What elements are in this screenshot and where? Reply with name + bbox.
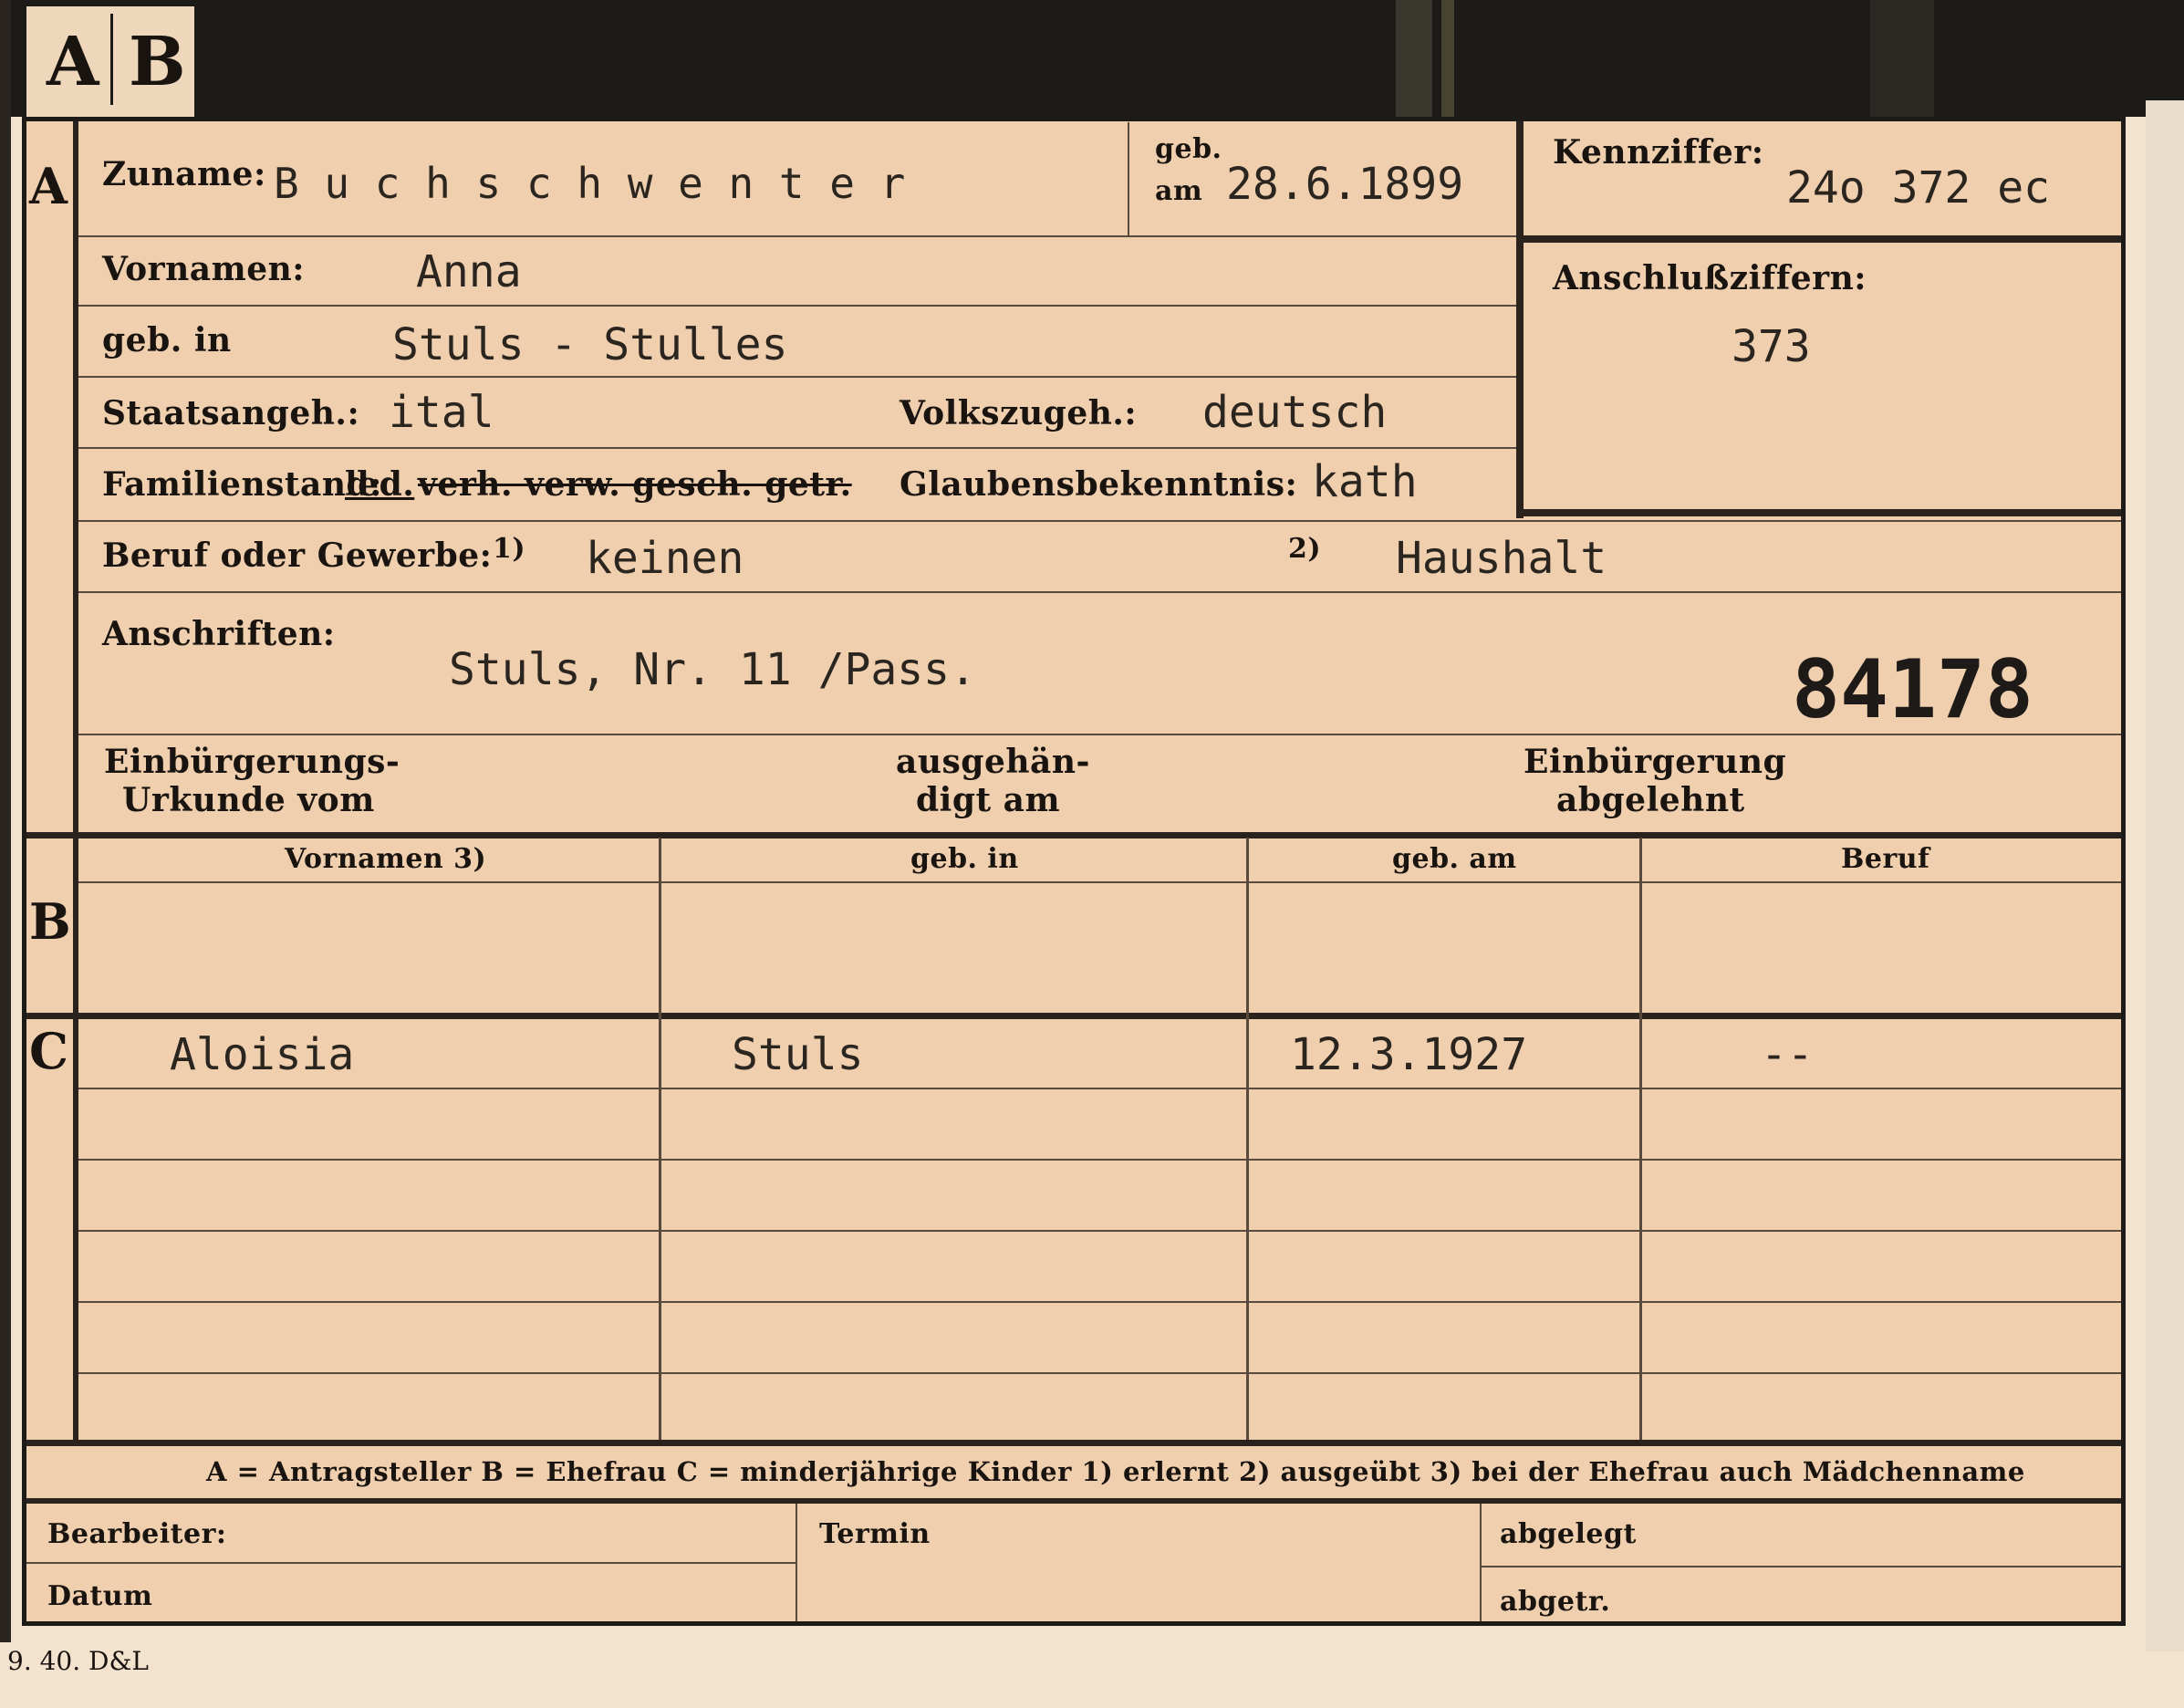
section-a-label: A [29, 157, 68, 215]
surname-label: Zuname: [102, 155, 266, 193]
ethnicity-label: Volkszugeh.: [900, 394, 1138, 432]
scan-background-top [0, 0, 2184, 117]
address-label: Anschriften: [102, 615, 336, 653]
occupation-note-1: 1) [493, 533, 526, 565]
scan-background-left [0, 0, 11, 1642]
removed-label: abgetr. [1500, 1586, 1611, 1618]
occupation-learned-value: keinen [586, 533, 744, 584]
handed-over-label-1: ausgehän- [896, 743, 1090, 781]
given-name-label: Vornamen: [102, 250, 306, 288]
religion-label: Glaubensbekenntnis: [900, 465, 1298, 504]
birth-date-value: 28.6.1899 [1226, 159, 1464, 210]
section-c-label: C [29, 1022, 68, 1080]
child-birthplace: Stuls [732, 1029, 864, 1080]
index-tab: A B [24, 4, 197, 117]
citizenship-label: Staatsangeh.: [102, 394, 360, 432]
occupation-practiced-value: Haushalt [1396, 533, 1607, 584]
birthplace-label: geb. in [102, 321, 232, 359]
tab-letter-b: B [129, 23, 186, 101]
scan-background-right [2146, 100, 2184, 1651]
reference-numbers-label: Anschlußziffern: [1553, 259, 1867, 297]
naturalization-denied-label-1: Einbürgerung [1524, 743, 1787, 781]
marital-status-label: Familienstand: [102, 465, 382, 504]
reference-numbers-value: 373 [1732, 321, 1811, 372]
address-value: Stuls, Nr. 11 /Pass. [449, 644, 976, 695]
marital-status-struck-options: verh. verw. gesch. getr. [418, 465, 852, 504]
table-header-occupation: Beruf [1841, 843, 1930, 875]
marital-status-single: led. [345, 465, 415, 504]
child-given-name: Aloisia [170, 1029, 355, 1080]
naturalization-certificate-label-1: Einbürgerungs- [104, 743, 400, 781]
id-number-value: 24o 372 ec [1786, 162, 2050, 214]
table-header-birthplace: geb. in [910, 843, 1019, 875]
occupation-label: Beruf oder Gewerbe: [102, 536, 493, 575]
naturalization-certificate-label-2: Urkunde vom [122, 781, 375, 819]
given-name-value: Anna [416, 246, 522, 297]
section-b-label: B [29, 892, 71, 951]
occupation-note-2: 2) [1288, 533, 1322, 565]
clerk-label: Bearbeiter: [47, 1518, 227, 1550]
child-birth-date: 12.3.1927 [1290, 1029, 1528, 1080]
deadline-label: Termin [819, 1518, 931, 1550]
naturalization-denied-label-2: abgelehnt [1556, 781, 1745, 819]
table-header-birth-date: geb. am [1392, 843, 1517, 875]
handed-over-label-2: digt am [916, 781, 1061, 819]
religion-value: kath [1312, 456, 1418, 507]
table-header-given-names: Vornamen 3) [285, 843, 487, 875]
child-occupation: -- [1761, 1029, 1814, 1080]
birth-date-label-1: geb. [1155, 133, 1222, 165]
surname-value: B u c h s c h w e n t e r [274, 159, 906, 208]
ethnicity-value: deutsch [1202, 387, 1388, 438]
date-label: Datum [47, 1580, 153, 1612]
citizenship-value: ital [389, 387, 494, 438]
filed-label: abgelegt [1500, 1518, 1637, 1550]
id-number-label: Kennziffer: [1553, 133, 1764, 172]
tab-letter-a: A [47, 23, 99, 101]
print-code: 9. 40. D&L [7, 1646, 150, 1676]
stamp-number: 84178 [1792, 642, 2033, 736]
birth-date-label-2: am [1155, 175, 1203, 207]
birthplace-value: Stuls - Stulles [392, 319, 788, 370]
legend: A = Antragsteller B = Ehefrau C = minder… [206, 1456, 2025, 1487]
